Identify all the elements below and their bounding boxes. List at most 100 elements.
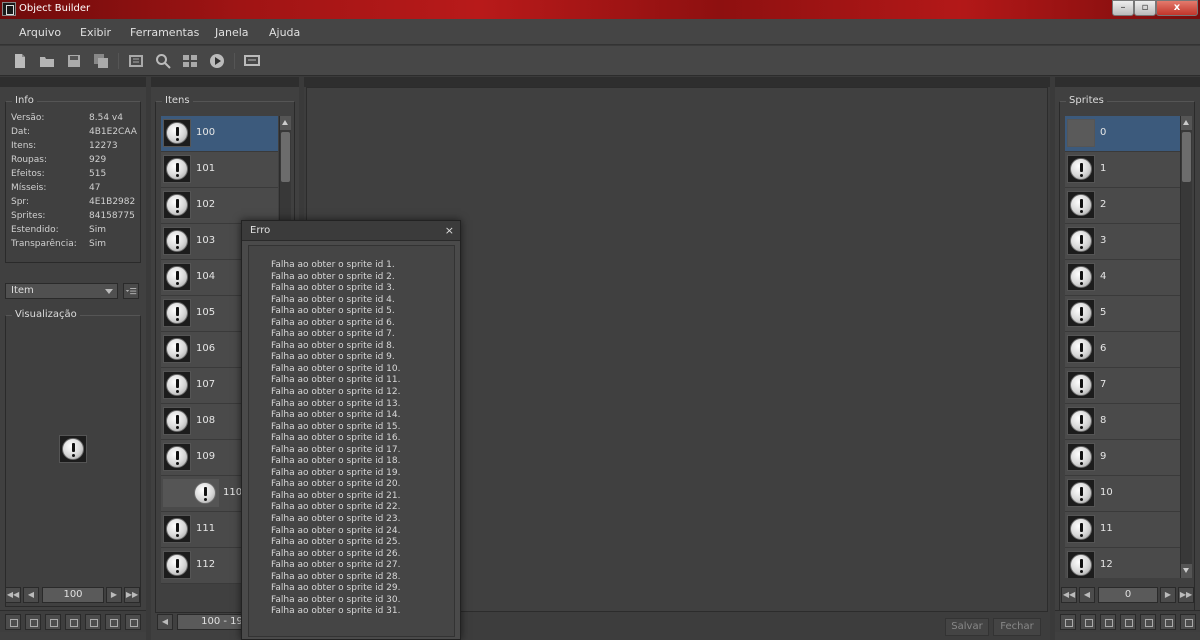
error-message-line: Falha ao obter o sprite id 17. <box>271 444 401 455</box>
error-message-line: Falha ao obter o sprite id 12. <box>271 387 401 398</box>
prev-page-button[interactable]: ◀ <box>157 614 173 630</box>
list-item[interactable]: 2 <box>1065 188 1180 224</box>
list-item[interactable]: 10 <box>1065 476 1180 512</box>
chevron-down-icon <box>105 289 113 294</box>
new-file-icon[interactable] <box>12 53 28 69</box>
sprite-thumbnail <box>1067 515 1095 543</box>
scroll-up-icon[interactable] <box>1181 116 1192 130</box>
list-item[interactable]: 0 <box>1065 116 1180 152</box>
close-button[interactable]: Fechar <box>993 618 1041 636</box>
prev-page-button[interactable]: ◀ <box>23 587 39 603</box>
list-item[interactable]: 12 <box>1065 548 1180 578</box>
grid-icon[interactable] <box>182 53 198 69</box>
toolbar-separator <box>118 53 119 69</box>
close-window-button[interactable]: x <box>1156 0 1198 16</box>
info-row-sprites: Sprites: 84158775 <box>11 211 135 221</box>
save-as-icon[interactable] <box>93 53 109 69</box>
menu-ferramentas[interactable]: Ferramentas <box>130 26 199 39</box>
replace-icon[interactable] <box>5 614 21 630</box>
menu-janela[interactable]: Janela <box>215 26 249 39</box>
save-button[interactable]: Salvar <box>945 618 989 636</box>
item-thumbnail <box>163 155 191 183</box>
sprite-id: 2 <box>1100 199 1107 210</box>
close-icon[interactable]: × <box>445 224 454 237</box>
save-icon[interactable] <box>66 53 82 69</box>
list-item[interactable]: 1 <box>1065 152 1180 188</box>
duplicate-icon[interactable] <box>1140 614 1156 630</box>
replace-icon[interactable] <box>1060 614 1076 630</box>
error-message-line: Falha ao obter o sprite id 8. <box>271 340 395 351</box>
menu-exibir[interactable]: Exibir <box>80 26 111 39</box>
next-page-button[interactable]: ▶ <box>106 587 122 603</box>
exclamation-icon <box>166 194 188 216</box>
undo-icon[interactable] <box>1100 614 1116 630</box>
new-sprite-icon[interactable] <box>1160 614 1176 630</box>
list-item[interactable]: 102 <box>161 188 278 224</box>
delete-icon[interactable] <box>125 614 141 630</box>
minimize-button[interactable]: – <box>1112 0 1134 16</box>
dialog-titlebar: Erro × <box>242 221 460 241</box>
scroll-thumb[interactable] <box>281 132 290 182</box>
item-thumbnail <box>163 407 191 435</box>
info-label: Sprites: <box>11 211 46 221</box>
new-item-icon[interactable] <box>105 614 121 630</box>
dialog-message-area[interactable]: Falha ao obter o sprite id 1. Falha ao ob… <box>248 245 455 637</box>
item-thumbnail <box>163 551 191 579</box>
first-page-button[interactable]: ◀◀ <box>1061 587 1077 603</box>
undo-icon[interactable] <box>45 614 61 630</box>
info-label: Dat: <box>11 127 31 137</box>
info-group: Info Versão: 8.54 v4 Dat: 4B1E2CAA Itens: 1… <box>5 95 141 263</box>
delete-icon[interactable] <box>1180 614 1196 630</box>
maximize-button[interactable]: ▫ <box>1134 0 1156 16</box>
sprites-panel: Sprites 0 1 2 3 4 5 6 7 8 9 10 11 12 ◀◀ … <box>1055 77 1200 640</box>
next-page-button[interactable]: ▶ <box>1160 587 1176 603</box>
exclamation-icon <box>1070 338 1092 360</box>
search-icon[interactable] <box>155 53 171 69</box>
list-item[interactable]: 5 <box>1065 296 1180 332</box>
prev-page-button[interactable]: ◀ <box>1079 587 1095 603</box>
edit-icon[interactable] <box>65 614 81 630</box>
error-message-line: Falha ao obter o sprite id 7. <box>271 329 395 340</box>
compile-icon[interactable] <box>128 53 144 69</box>
import-icon[interactable] <box>25 614 41 630</box>
info-row-version: Versão: 8.54 v4 <box>11 113 123 123</box>
list-menu-icon <box>125 287 137 295</box>
menu-arquivo[interactable]: Arquivo <box>19 26 61 39</box>
left-pager-field[interactable]: 100 <box>42 587 104 603</box>
import-icon[interactable] <box>1080 614 1096 630</box>
sprites-pager-field[interactable]: 0 <box>1098 587 1158 603</box>
duplicate-icon[interactable] <box>85 614 101 630</box>
export-icon[interactable] <box>1120 614 1136 630</box>
category-dropdown[interactable]: Item <box>5 283 118 299</box>
monitor-icon[interactable] <box>244 53 260 69</box>
scroll-down-icon[interactable] <box>1181 564 1192 578</box>
item-thumbnail <box>163 443 191 471</box>
list-item[interactable]: 4 <box>1065 260 1180 296</box>
scroll-thumb[interactable] <box>1182 132 1191 182</box>
sprites-scrollbar[interactable] <box>1180 116 1192 578</box>
play-icon[interactable] <box>209 53 225 69</box>
sprite-thumbnail <box>1067 551 1095 578</box>
menu-ajuda[interactable]: Ajuda <box>269 26 300 39</box>
list-item[interactable]: 7 <box>1065 368 1180 404</box>
sprite-thumbnail <box>1067 335 1095 363</box>
last-page-button[interactable]: ▶▶ <box>1178 587 1194 603</box>
list-item[interactable]: 11 <box>1065 512 1180 548</box>
error-message-line: Falha ao obter o sprite id 24. <box>271 525 401 536</box>
list-item[interactable]: 8 <box>1065 404 1180 440</box>
info-legend: Info <box>12 95 37 106</box>
info-value: 8.54 v4 <box>89 113 123 123</box>
open-folder-icon[interactable] <box>39 53 55 69</box>
list-item[interactable]: 9 <box>1065 440 1180 476</box>
last-page-button[interactable]: ▶▶ <box>124 587 140 603</box>
list-item[interactable]: 6 <box>1065 332 1180 368</box>
list-item[interactable]: 100 <box>161 116 278 152</box>
exclamation-icon <box>1070 230 1092 252</box>
list-item[interactable]: 3 <box>1065 224 1180 260</box>
first-page-button[interactable]: ◀◀ <box>5 587 21 603</box>
error-message-line: Falha ao obter o sprite id 21. <box>271 490 401 501</box>
list-item[interactable]: 101 <box>161 152 278 188</box>
scroll-up-icon[interactable] <box>280 116 291 130</box>
category-options-button[interactable] <box>123 283 139 299</box>
item-id: 105 <box>196 307 216 318</box>
